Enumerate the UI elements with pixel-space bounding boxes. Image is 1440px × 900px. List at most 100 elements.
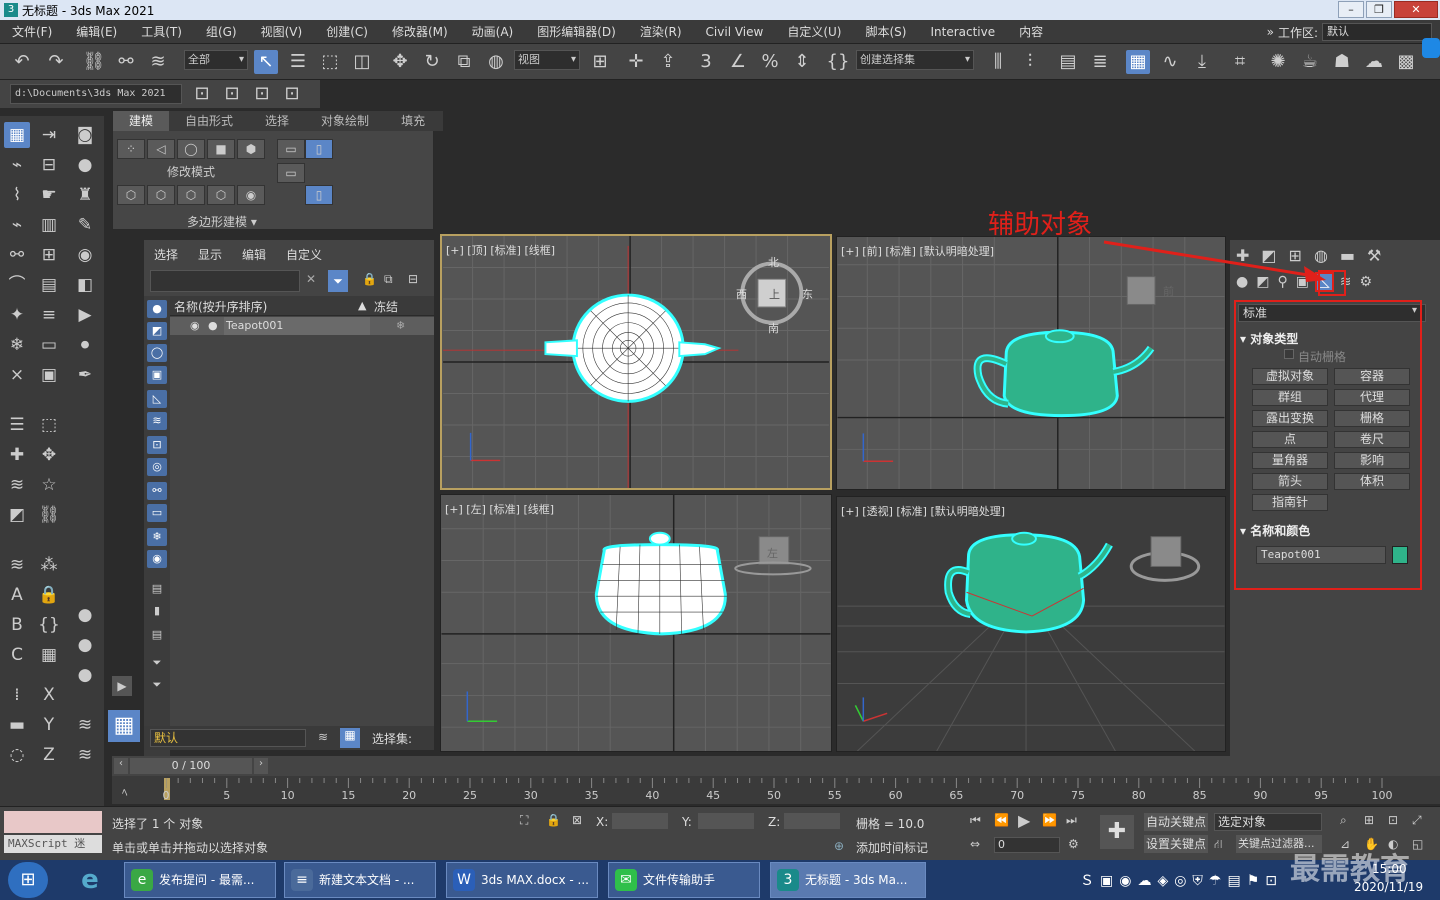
menu-create[interactable]: 创建(C) bbox=[314, 23, 380, 40]
pivot-center-icon[interactable]: ⊞ bbox=[588, 50, 612, 74]
filter-frozen-icon[interactable]: ❄ bbox=[147, 528, 167, 546]
ribbon-tab-freeform[interactable]: 自由形式 bbox=[169, 111, 249, 131]
setkey-button[interactable]: 设置关键点 bbox=[1144, 835, 1208, 853]
menu-interactive[interactable]: Interactive bbox=[918, 25, 1007, 39]
rect-selection-icon[interactable]: ⬚ bbox=[318, 50, 342, 74]
dots-tool-icon[interactable]: ⁞ bbox=[4, 682, 30, 708]
dope-sheet-icon[interactable]: ⤓ bbox=[1190, 50, 1214, 74]
named-selection-dropdown[interactable]: 创建选择集 bbox=[856, 50, 974, 70]
render-tool-icon[interactable]: ◧ bbox=[72, 272, 98, 298]
snaps-toggle-icon[interactable]: 3 bbox=[694, 50, 718, 74]
edit-named-sel-icon[interactable]: {} bbox=[826, 50, 850, 74]
select-region-icon[interactable]: ◩ bbox=[4, 502, 30, 528]
time-tag-icon[interactable]: ⊕ bbox=[834, 839, 844, 853]
menu-civil-view[interactable]: Civil View bbox=[694, 25, 776, 39]
taskbar-item-browser[interactable]: e 发布提问 - 最需... bbox=[124, 862, 276, 898]
display-tab-icon[interactable]: ▬ bbox=[1340, 246, 1355, 265]
ribbon-tab-populate[interactable]: 填充 bbox=[385, 111, 441, 131]
select-object-icon[interactable]: ↖ bbox=[254, 50, 278, 74]
filter-hidden-icon[interactable]: ◉ bbox=[147, 550, 167, 568]
taskbar-item-word[interactable]: W 3ds MAX.docx - ... bbox=[446, 862, 598, 898]
save-tool-icon[interactable]: ▣ bbox=[36, 362, 62, 388]
lasso-tool-icon[interactable]: ⌁ bbox=[4, 152, 30, 178]
rib-side-1-icon[interactable]: ▭ bbox=[277, 139, 305, 159]
key-mode-icon[interactable]: ⇔ bbox=[970, 837, 980, 851]
select-manipulate-icon[interactable]: ✛ bbox=[624, 50, 648, 74]
project-open-icon[interactable]: ⊡ bbox=[190, 82, 214, 106]
ribbon-toggle-icon[interactable]: ▦ bbox=[1126, 50, 1150, 74]
percent-snap-icon[interactable]: % bbox=[758, 50, 782, 74]
person-tool-icon[interactable]: ♜ bbox=[72, 182, 98, 208]
rib-side-2-icon[interactable]: ▭ bbox=[277, 163, 305, 183]
select-mode-icon[interactable]: ▦ bbox=[4, 122, 30, 148]
key-selection-dropdown[interactable]: 选定对象 bbox=[1214, 813, 1322, 831]
viewport-front-label[interactable]: [+] [前] [标准] [默认明暗处理] bbox=[841, 243, 994, 259]
unlink-icon[interactable]: ⚯ bbox=[114, 50, 138, 74]
layer-explorer-icon[interactable]: ≣ bbox=[1088, 50, 1112, 74]
go-start-icon[interactable]: ⏮ bbox=[970, 813, 981, 828]
start-button[interactable]: ⊞ bbox=[8, 862, 48, 898]
bind-spacewarp-icon[interactable]: ≋ bbox=[146, 50, 170, 74]
autokey-button[interactable]: 自动关键点 bbox=[1144, 813, 1208, 831]
schematic-view-icon[interactable]: ⌗ bbox=[1228, 50, 1252, 74]
next-key-icon[interactable]: ⏩ bbox=[1042, 813, 1057, 827]
table-row[interactable]: ◉ ● Teapot001 ❄ bbox=[170, 317, 434, 335]
menu-view[interactable]: 视图(V) bbox=[249, 23, 315, 40]
next-frame-icon[interactable]: › bbox=[254, 758, 268, 774]
freeze-snowflake-icon[interactable]: ❄ bbox=[396, 319, 405, 332]
viewcube-south[interactable]: 南 bbox=[768, 320, 779, 336]
scene-tool-icon[interactable]: ▤ bbox=[36, 272, 62, 298]
filter-cameras-icon[interactable]: ▣ bbox=[147, 366, 167, 384]
lock-tool-icon[interactable]: 🔒 bbox=[36, 582, 62, 608]
filter-xrefs-icon[interactable]: ◎ bbox=[147, 458, 167, 476]
system-tray-icons[interactable]: Ｓ▣◉☁◈◎⛨☂▤⚑⊡ bbox=[1080, 870, 1283, 890]
project-path-dropdown[interactable]: d:\Documents\3ds Max 2021 bbox=[10, 84, 182, 104]
move-icon[interactable]: ✥ bbox=[388, 50, 412, 74]
y-coordinate-input[interactable] bbox=[698, 813, 754, 829]
zoom-icon[interactable]: ⌕ bbox=[1340, 813, 1347, 828]
project-folder-icon[interactable]: ⊡ bbox=[250, 82, 274, 106]
filter-geometry-icon[interactable]: ● bbox=[147, 300, 167, 318]
zoom-extents-all-icon[interactable]: ⤢ bbox=[1412, 813, 1422, 828]
explorer-tab-customize[interactable]: 自定义 bbox=[276, 246, 332, 263]
placement-icon[interactable]: ◍ bbox=[484, 50, 508, 74]
scale-icon[interactable]: ⧉ bbox=[452, 50, 476, 74]
link-mode-icon[interactable]: ⇥ bbox=[36, 122, 62, 148]
layer-stack-icon[interactable]: ≋ bbox=[72, 712, 98, 738]
spinner-snap-icon[interactable]: ⇕ bbox=[790, 50, 814, 74]
render-setup-icon[interactable]: ☕ bbox=[1298, 50, 1322, 74]
select-by-name-icon[interactable]: ☰ bbox=[286, 50, 310, 74]
tree-icon[interactable]: ⊟ bbox=[408, 272, 418, 286]
axis-x-icon[interactable]: X bbox=[36, 682, 62, 708]
trackview-tool-icon[interactable]: ▭ bbox=[36, 332, 62, 358]
render-grid-icon[interactable]: ▩ bbox=[1394, 50, 1418, 74]
funnel-2-icon[interactable]: ⏷ bbox=[147, 676, 167, 694]
track-bar[interactable]: ﾍ 0 5 10 15 20 25 30 35 40 45 50 55 60 65 70 75 80 85 90 95… bbox=[112, 776, 1440, 804]
filter-bones-icon[interactable]: ⚯ bbox=[147, 482, 167, 500]
rib-tool-1-icon[interactable]: ⬡ bbox=[117, 185, 145, 205]
visibility-eye-icon[interactable]: ◉ bbox=[190, 319, 200, 332]
selection-filter-dropdown[interactable]: 全部 bbox=[184, 50, 248, 70]
filter-list-1-icon[interactable]: ▤ bbox=[147, 580, 167, 598]
layers-icon[interactable]: ≋ bbox=[318, 730, 328, 744]
redo-icon[interactable]: ↷ bbox=[44, 50, 68, 74]
maxscript-listener-area[interactable] bbox=[4, 811, 102, 833]
filter-list-3-icon[interactable]: ▤ bbox=[147, 626, 167, 644]
curve-editor-icon[interactable]: ∿ bbox=[1158, 50, 1182, 74]
explorer-search-input[interactable] bbox=[150, 270, 300, 292]
sphere-gray-2-icon[interactable]: ● bbox=[72, 632, 98, 658]
layer-tool-icon[interactable]: ▥ bbox=[36, 212, 62, 238]
viewport-perspective[interactable]: [+] [透视] [标准] [默认明暗处理] bbox=[836, 496, 1226, 752]
viewcube-left-face[interactable]: 左 bbox=[767, 545, 778, 561]
angle-snap-icon[interactable]: ∠ bbox=[726, 50, 750, 74]
absolute-mode-icon[interactable]: ⊠ bbox=[572, 813, 582, 827]
sphere-gray-3-icon[interactable]: ● bbox=[72, 662, 98, 688]
menu-animation[interactable]: 动画(A) bbox=[460, 23, 526, 40]
ribbon-tab-selection[interactable]: 选择 bbox=[249, 111, 305, 131]
z-coordinate-input[interactable] bbox=[784, 813, 840, 829]
explorer-tab-edit[interactable]: 编辑 bbox=[232, 246, 276, 263]
script-tool-icon[interactable]: {} bbox=[36, 612, 62, 638]
filter-containers-icon[interactable]: ▭ bbox=[147, 504, 167, 522]
ring-tool-icon[interactable]: ◌ bbox=[4, 742, 30, 768]
clear-search-icon[interactable]: ✕ bbox=[306, 272, 316, 286]
